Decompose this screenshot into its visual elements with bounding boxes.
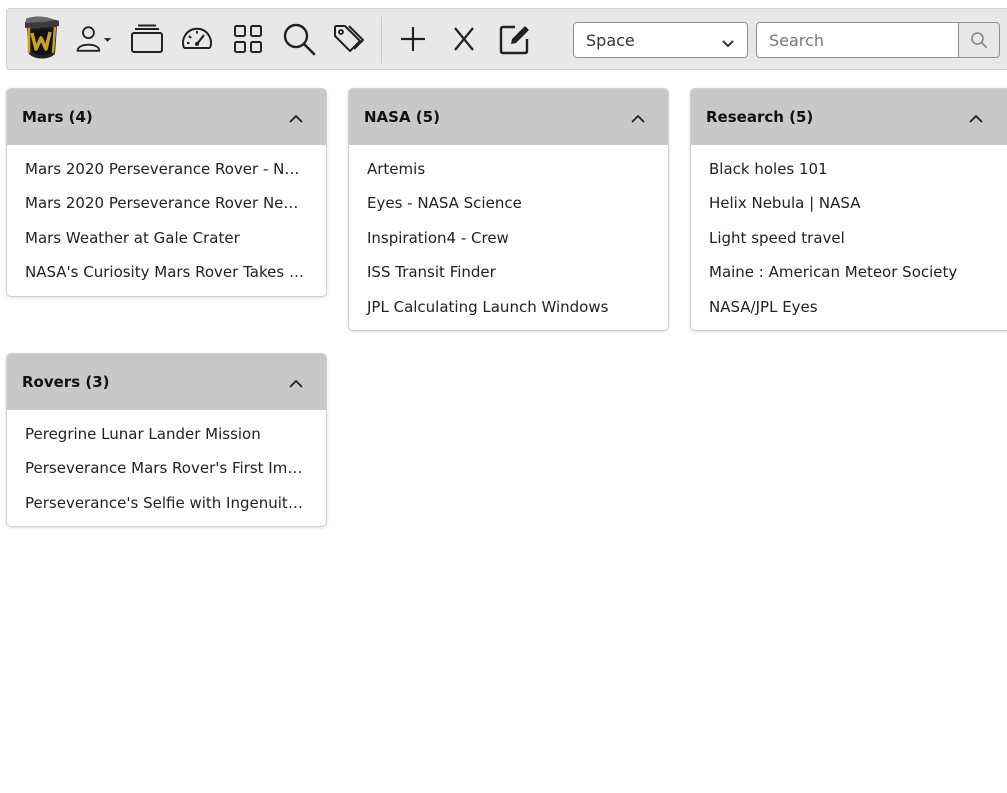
- bookmark-link[interactable]: Artemis: [349, 152, 668, 186]
- card-body: Artemis Eyes - NASA Science Inspiration4…: [349, 145, 668, 330]
- bookmark-link[interactable]: ISS Transit Finder: [349, 255, 668, 289]
- bookmark-link[interactable]: NASA's Curiosity Mars Rover Takes a New …: [7, 255, 326, 289]
- dashboard-gauge-icon[interactable]: [177, 19, 217, 59]
- toolbar-separator: [381, 17, 382, 63]
- card-header[interactable]: Rovers (3): [7, 354, 326, 410]
- search-button-icon: [971, 32, 987, 48]
- card-title: Mars (4): [22, 108, 93, 126]
- chevron-up-icon[interactable]: [288, 374, 304, 393]
- edit-icon[interactable]: [495, 19, 535, 59]
- collection-card-research: Research (5) Black holes 101 Helix Nebul…: [690, 88, 1007, 331]
- space-select-value: Space: [586, 30, 635, 50]
- bookmark-link[interactable]: Eyes - NASA Science: [349, 186, 668, 220]
- search-bar: [756, 22, 1007, 58]
- card-body: Peregrine Lunar Lander Mission Persevera…: [7, 410, 326, 526]
- stack-icon[interactable]: [127, 19, 167, 59]
- bookmark-link[interactable]: Peregrine Lunar Lander Mission: [7, 417, 326, 451]
- card-title: Rovers (3): [22, 373, 110, 391]
- grid-icon[interactable]: [228, 19, 268, 59]
- card-header[interactable]: Mars (4): [7, 89, 326, 145]
- bookmark-link[interactable]: Inspiration4 - Crew: [349, 221, 668, 255]
- bookmark-link[interactable]: Helix Nebula | NASA: [691, 186, 1007, 220]
- bookmark-link[interactable]: Perseverance Mars Rover's First Images -…: [7, 451, 326, 485]
- app-logo-icon[interactable]: [19, 16, 65, 62]
- search-input[interactable]: [756, 22, 959, 58]
- bookmark-link[interactable]: JPL Calculating Launch Windows: [349, 290, 668, 324]
- search-icon[interactable]: [279, 19, 319, 59]
- toolbar: Space: [6, 8, 1007, 70]
- card-header[interactable]: Research (5): [691, 89, 1007, 145]
- search-button[interactable]: [958, 22, 1000, 58]
- collection-card-rovers: Rovers (3) Peregrine Lunar Lander Missio…: [6, 353, 327, 528]
- bookmark-link[interactable]: Mars 2020 Perseverance Rover News - NASA: [7, 186, 326, 220]
- user-menu-icon[interactable]: [73, 19, 113, 59]
- card-body: Mars 2020 Perseverance Rover - NASA Mars…: [7, 145, 326, 296]
- card-title: Research (5): [706, 108, 814, 126]
- card-header[interactable]: NASA (5): [349, 89, 668, 145]
- space-select[interactable]: Space: [573, 22, 748, 58]
- close-icon[interactable]: [444, 19, 484, 59]
- chevron-up-icon[interactable]: [968, 109, 984, 128]
- tag-icon[interactable]: [329, 19, 369, 59]
- bookmark-link[interactable]: Perseverance's Selfie with Ingenuity – N…: [7, 486, 326, 520]
- chevron-down-icon: [721, 34, 735, 53]
- bookmark-link[interactable]: NASA/JPL Eyes: [691, 290, 1007, 324]
- add-icon[interactable]: [393, 19, 433, 59]
- chevron-up-icon[interactable]: [288, 109, 304, 128]
- card-title: NASA (5): [364, 108, 440, 126]
- collection-card-mars: Mars (4) Mars 2020 Perseverance Rover - …: [6, 88, 327, 297]
- chevron-up-icon[interactable]: [630, 109, 646, 128]
- bookmark-link[interactable]: Mars Weather at Gale Crater: [7, 221, 326, 255]
- bookmark-link[interactable]: Mars 2020 Perseverance Rover - NASA Mars: [7, 152, 326, 186]
- bookmark-link[interactable]: Light speed travel: [691, 221, 1007, 255]
- bookmark-link[interactable]: Maine : American Meteor Society: [691, 255, 1007, 289]
- card-body: Black holes 101 Helix Nebula | NASA Ligh…: [691, 145, 1007, 330]
- bookmark-link[interactable]: Black holes 101: [691, 152, 1007, 186]
- collection-card-nasa: NASA (5) Artemis Eyes - NASA Science Ins…: [348, 88, 669, 331]
